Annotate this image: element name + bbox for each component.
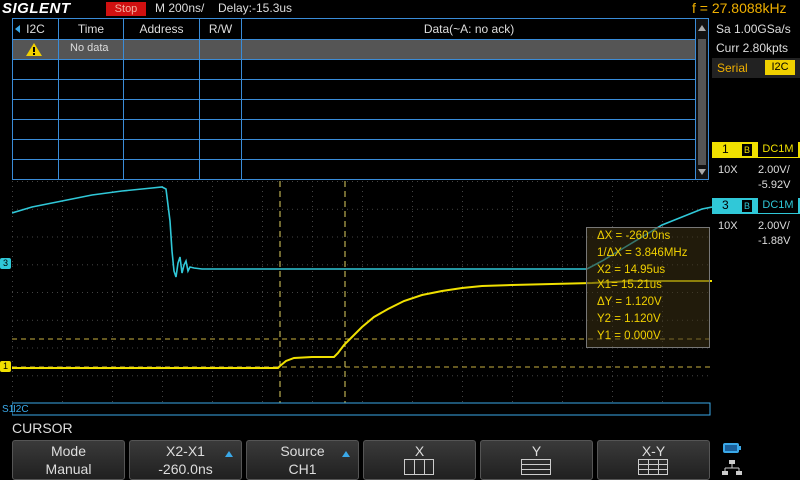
warning-icon — [26, 43, 42, 56]
y-cursor-button-label: Y — [531, 443, 542, 459]
channel-3-probe: 10X — [718, 220, 738, 232]
channel-1-offset: -5.92V — [758, 179, 791, 191]
table-row[interactable] — [13, 59, 697, 79]
x-cursor-button[interactable]: X — [363, 440, 476, 480]
cursor-inverse-delta-x: 1/ΔX = 3.846MHz — [597, 247, 688, 259]
xy-cursor-button-label: X-Y — [641, 443, 666, 459]
table-cell-time: No data — [70, 42, 109, 54]
i2c-bus-band — [12, 402, 711, 416]
serial-status[interactable]: Serial I2C — [712, 58, 800, 78]
timebase-readout[interactable]: M 200ns/ — [155, 1, 204, 15]
x2-x1-button[interactable]: X2-X1 -260.0ns — [129, 440, 242, 480]
column-divider — [58, 19, 59, 179]
column-header-address: Address — [124, 19, 200, 39]
xy-cursor-icon — [638, 459, 668, 475]
x-cursor-button-label: X — [414, 443, 425, 459]
channel-3-number: 3 — [722, 198, 729, 212]
knob-adjust-icon — [342, 451, 350, 457]
column-header-time: Time — [59, 19, 124, 39]
menu-title: CURSOR — [12, 420, 73, 436]
table-row[interactable] — [13, 119, 697, 139]
channel-1-header: 1 B DC1M — [712, 142, 800, 158]
source-button-value: CH1 — [288, 461, 317, 477]
channel-3-bw-limit: B — [742, 200, 752, 212]
protocol-header: I2C — [13, 19, 59, 39]
channel-1-panel[interactable]: 1 B DC1M 10X 2.00V/ -5.92V — [712, 142, 800, 198]
column-header-rw: R/W — [200, 19, 242, 39]
x-cursor-icon — [404, 459, 434, 475]
sample-rate: Sa 1.00GSa/s — [716, 22, 791, 36]
table-row[interactable] — [13, 159, 697, 179]
scroll-thumb[interactable] — [698, 39, 706, 165]
channel-3-marker[interactable]: 3 — [0, 258, 11, 269]
table-row[interactable] — [13, 139, 697, 159]
table-row[interactable]: No data — [13, 39, 697, 59]
channel-1-coupling: DC1M — [758, 142, 798, 157]
brand-logo: SIGLENT — [2, 0, 71, 17]
table-row[interactable] — [13, 99, 697, 119]
battery-icon — [723, 443, 741, 453]
cursor-y1-value: Y1 = 0.000V — [597, 330, 661, 342]
xy-cursor-button[interactable]: X-Y — [597, 440, 710, 480]
source-button[interactable]: Source CH1 — [246, 440, 359, 480]
channel-3-header: 3 B DC1M — [712, 198, 800, 214]
cursor-measurement-box: ΔX = -260.0ns 1/ΔX = 3.846MHz X2 = 14.95… — [586, 227, 710, 348]
channel-3-scale: 2.00V/ — [758, 220, 790, 232]
cursor-x1-value: X1= 15.21us — [597, 279, 662, 291]
channel-1-probe: 10X — [718, 164, 738, 176]
cursor-y2-value: Y2 = 1.120V — [597, 313, 661, 325]
channel-1-number: 1 — [722, 142, 729, 156]
channel-1-bw-limit: B — [742, 144, 752, 156]
column-divider — [199, 19, 200, 179]
protocol-label: I2C — [26, 22, 45, 36]
column-divider — [241, 19, 242, 179]
cursor-delta-y: ΔY = 1.120V — [597, 296, 662, 308]
bus-label: I2C — [13, 404, 29, 415]
y-cursor-icon — [521, 459, 551, 475]
cursor-x2-value: X2 = 14.95us — [597, 264, 666, 276]
network-icon — [722, 460, 742, 475]
channel-1-marker[interactable]: 1 — [0, 361, 11, 372]
channel-1-scale: 2.00V/ — [758, 164, 790, 176]
scroll-up-icon[interactable] — [698, 25, 706, 31]
table-row[interactable] — [13, 79, 697, 99]
frequency-readout: f = 27.8088kHz — [692, 0, 787, 16]
serial-protocol-badge: I2C — [765, 60, 795, 75]
channel-3-coupling: DC1M — [758, 198, 798, 213]
table-scrollbar[interactable] — [695, 19, 708, 179]
channel-3-offset: -1.88V — [758, 235, 791, 247]
knob-adjust-icon — [225, 451, 233, 457]
memory-depth: Curr 2.80kpts — [716, 41, 789, 55]
run-state-badge[interactable]: Stop — [106, 2, 146, 16]
scroll-down-icon[interactable] — [698, 169, 706, 175]
cursor-delta-x: ΔX = -260.0ns — [597, 230, 671, 242]
left-arrow-icon — [15, 25, 20, 33]
delay-readout[interactable]: Delay:-15.3us — [218, 1, 292, 15]
mode-button-label: Mode — [50, 443, 87, 459]
column-divider — [123, 19, 124, 179]
y-cursor-button[interactable]: Y — [480, 440, 593, 480]
mode-button[interactable]: Mode Manual — [12, 440, 125, 480]
channel-3-panel[interactable]: 3 B DC1M 10X 2.00V/ -1.88V — [712, 198, 800, 254]
decode-table: I2C Time Address R/W Data(~A: no ack) No… — [12, 18, 709, 180]
column-header-data: Data(~A: no ack) — [242, 19, 697, 39]
serial-label: Serial — [717, 61, 748, 75]
mode-button-value: Manual — [45, 461, 92, 477]
x2-x1-button-value: -260.0ns — [158, 461, 213, 477]
